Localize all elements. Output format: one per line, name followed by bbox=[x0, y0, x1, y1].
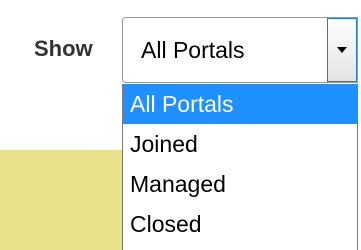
option-managed[interactable]: Managed bbox=[123, 164, 357, 204]
dropdown-options-list: All Portals Joined Managed Closed bbox=[122, 84, 358, 250]
option-all-portals[interactable]: All Portals bbox=[123, 84, 357, 124]
option-joined[interactable]: Joined bbox=[123, 124, 357, 164]
portal-filter-select[interactable]: All Portals bbox=[122, 17, 358, 83]
option-closed[interactable]: Closed bbox=[123, 204, 357, 244]
chevron-down-icon bbox=[337, 47, 347, 53]
dropdown-button[interactable] bbox=[327, 18, 357, 82]
show-label: Show bbox=[34, 36, 93, 61]
filter-area: Show All Portals All Portals Joined Mana… bbox=[0, 0, 361, 250]
background-panel bbox=[0, 150, 122, 250]
select-value: All Portals bbox=[141, 37, 245, 63]
